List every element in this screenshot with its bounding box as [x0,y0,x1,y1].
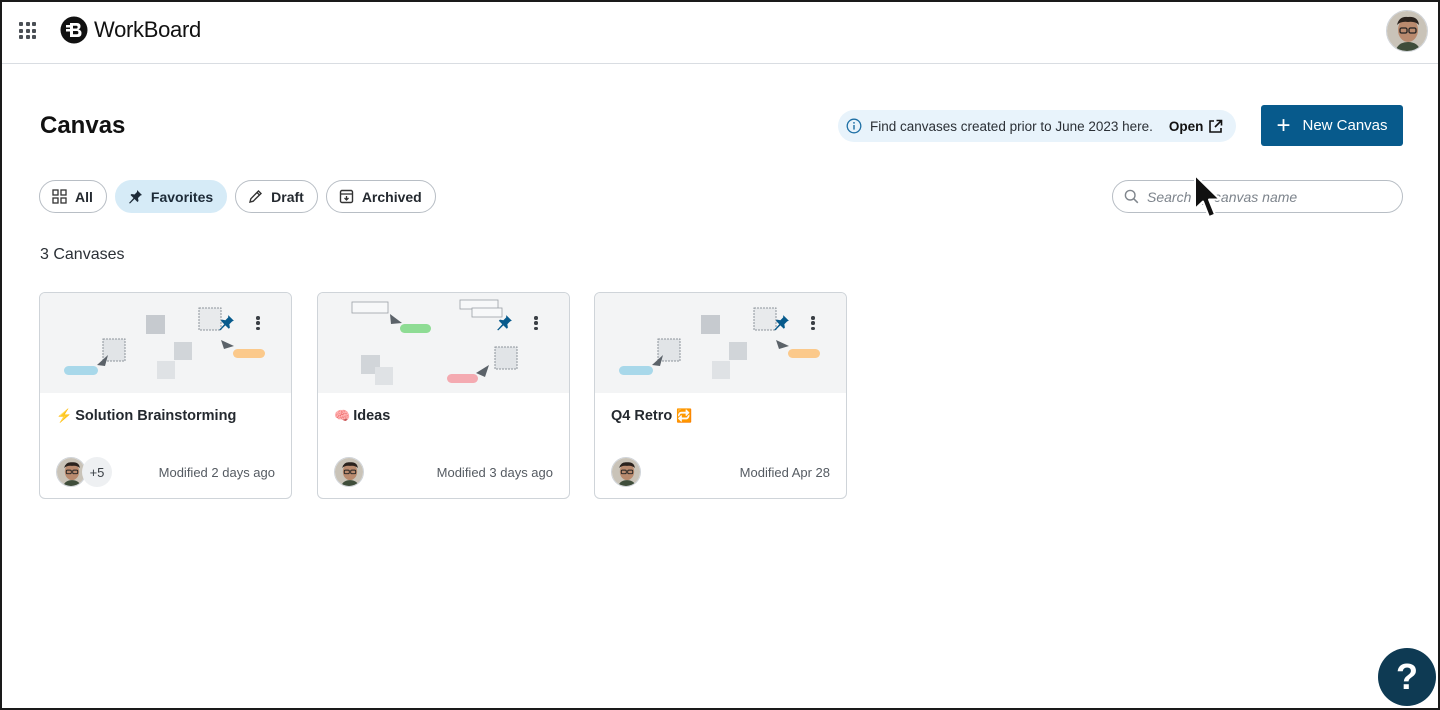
filter-archived[interactable]: Archived [325,180,436,213]
canvas-thumbnail [40,293,291,393]
canvas-search[interactable] [1112,180,1403,213]
filter-chips: All Favorites Draft Archived [39,180,436,213]
apps-grid-icon[interactable] [19,22,36,39]
open-legacy-link[interactable]: Open [1169,119,1224,134]
open-link-label: Open [1168,118,1204,134]
external-link-icon [1209,119,1223,133]
legacy-canvas-notice: Find canvases created prior to June 2023… [838,110,1236,142]
plus-icon: + [1276,111,1291,139]
new-canvas-label: New Canvas [1302,117,1388,134]
member-avatars [334,457,364,487]
new-canvas-button[interactable]: + New Canvas [1261,105,1403,146]
modified-date: Modified Apr 28 [739,465,830,480]
notice-text: Find canvases created prior to June 2023… [870,118,1153,134]
canvas-title-text: Q4 Retro [611,408,673,424]
info-icon [846,118,862,134]
repeat-emoji-icon: 🔁 [676,408,693,423]
canvas-thumbnail [595,293,846,393]
filter-all-label: All [75,188,93,205]
pin-icon[interactable] [773,314,790,331]
workboard-logo[interactable]: WorkBoard [60,16,201,44]
extra-members-count: +5 [82,457,112,487]
user-avatar[interactable] [1386,10,1428,52]
filter-favorites-label: Favorites [150,188,214,205]
brain-emoji-icon: 🧠 [334,408,351,423]
page-title: Canvas [40,112,126,139]
avatar [334,457,364,487]
member-avatars [611,457,641,487]
pin-icon[interactable] [496,314,513,331]
canvas-thumbnail [318,293,569,393]
pin-icon[interactable] [218,314,235,331]
more-options-icon[interactable] [253,313,263,333]
canvas-title-text: Solution Brainstorming [75,408,237,424]
filter-favorites[interactable]: Favorites [114,180,228,213]
workboard-logo-icon [60,16,88,44]
canvas-card[interactable]: ⚡ Solution Brainstorming +5 Modified 2 d… [39,292,292,499]
modified-date: Modified 2 days ago [158,465,275,480]
filter-archived-label: Archived [361,188,422,205]
filter-all[interactable]: All [39,180,107,213]
canvas-title-text: Ideas [353,408,391,424]
grid-icon [52,189,67,204]
brand-name: WorkBoard [94,17,201,42]
archive-icon [339,189,354,204]
avatar [611,457,641,487]
help-button[interactable]: ? [1378,648,1436,706]
search-icon [1124,189,1139,204]
top-bar: WorkBoard [0,0,1440,64]
modified-date: Modified 3 days ago [436,465,553,480]
canvas-title: ⚡ Solution Brainstorming [56,408,236,424]
more-options-icon[interactable] [531,313,541,333]
canvas-count: 3 Canvases [40,246,125,263]
member-avatars: +5 [56,457,112,487]
pencil-icon [249,190,263,203]
pin-icon [128,190,142,204]
canvas-card[interactable]: 🧠 Ideas Modified 3 days ago [317,292,570,499]
canvas-title: 🧠 Ideas [334,408,390,424]
lightning-emoji-icon: ⚡ [56,408,73,423]
canvas-card[interactable]: Q4 Retro 🔁 Modified Apr 28 [594,292,847,499]
more-options-icon[interactable] [808,313,818,333]
filter-draft[interactable]: Draft [235,180,318,213]
canvas-title: Q4 Retro 🔁 [611,408,695,424]
filter-draft-label: Draft [271,188,304,205]
search-input[interactable] [1147,188,1387,205]
